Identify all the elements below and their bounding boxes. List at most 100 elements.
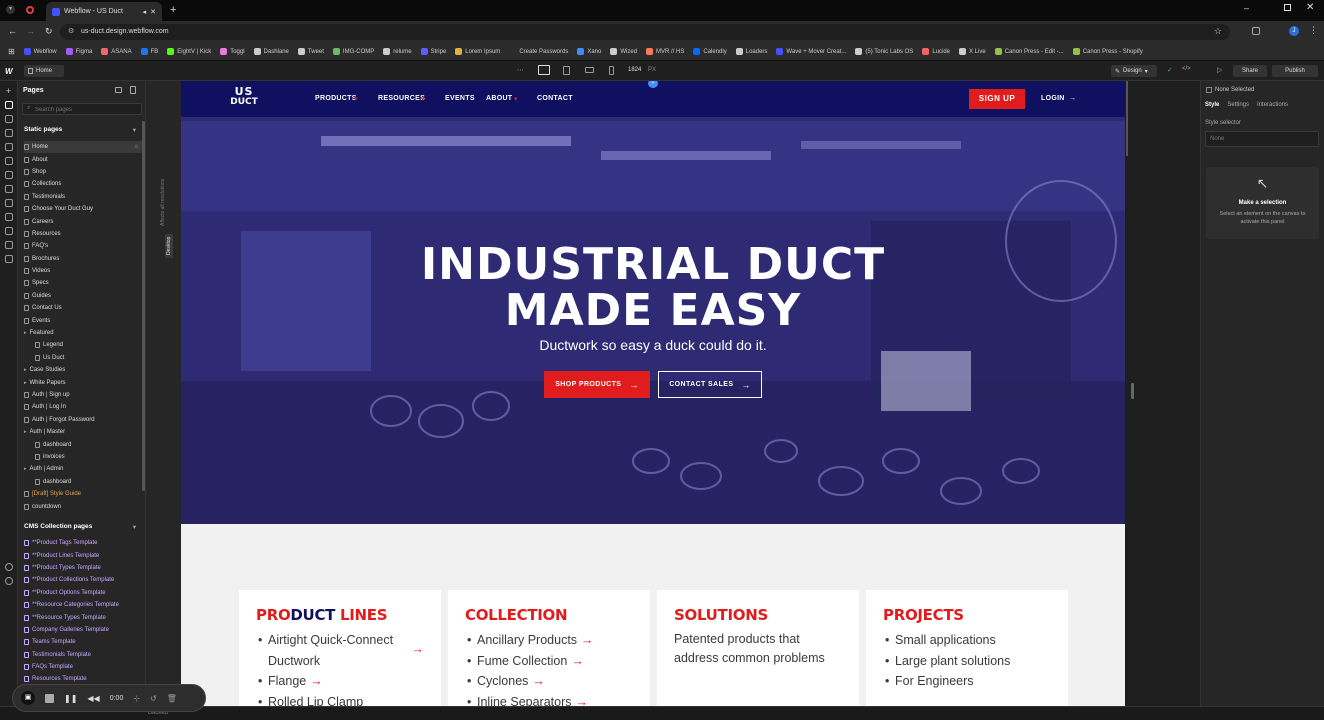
page-item[interactable]: Auth | Log In — [24, 401, 142, 413]
hero-section[interactable]: US DUCT PRODUCTS ▾ RESOURCES ▾ EVENTS ABOU… — [181, 81, 1125, 524]
list-item[interactable]: Small applications — [883, 630, 1051, 651]
tab-style[interactable]: Style — [1205, 102, 1219, 108]
bookmark-item[interactable]: Dashlane — [253, 48, 289, 55]
grid-icon[interactable]: ⊹ — [133, 694, 140, 703]
page-item[interactable]: Careers — [24, 215, 142, 227]
publish-button[interactable]: Publish — [1272, 65, 1318, 77]
list-item[interactable]: Airtight Quick-Connect Ductwork → — [256, 630, 424, 671]
mode-dropdown[interactable]: ✎ Design ▾ — [1111, 65, 1157, 77]
add-folder-icon[interactable] — [115, 87, 122, 93]
page-item[interactable]: ▸ Auth | Master — [24, 426, 142, 438]
page-item[interactable]: Testimonials — [24, 191, 142, 203]
tablet-breakpoint-icon[interactable] — [563, 66, 570, 75]
page-item[interactable]: Home ⌂ — [24, 141, 142, 154]
list-item[interactable]: Cyclones→ — [465, 671, 633, 692]
cms-page-item[interactable]: **Product Tags Template — [24, 537, 142, 549]
tab-close-icon[interactable]: ✕ — [150, 8, 156, 16]
search-pages-field[interactable]: ⌕ — [22, 103, 142, 115]
bookmark-item[interactable]: relume — [383, 48, 412, 55]
list-item[interactable]: Fume Collection→ — [465, 651, 633, 672]
help-icon[interactable] — [4, 577, 13, 585]
page-item[interactable]: ▸ Auth | Admin — [24, 463, 142, 475]
page-item[interactable]: dashboard — [24, 476, 142, 488]
canvas-scrollbar[interactable] — [1126, 81, 1128, 156]
list-item[interactable]: Flange→ — [256, 671, 424, 692]
page-item[interactable]: Videos — [24, 265, 142, 277]
reload-icon[interactable]: ↻ — [45, 26, 53, 37]
logic-icon[interactable] — [4, 227, 13, 235]
site-info-icon[interactable]: ⚙ — [68, 27, 74, 35]
code-icon[interactable]: </> — [1182, 66, 1191, 72]
mobile-portrait-icon[interactable] — [609, 66, 614, 75]
bookmark-item[interactable]: Loaders — [735, 48, 767, 55]
solutions-card[interactable]: SOLUTIONS Patented products that address… — [657, 590, 859, 706]
settings-icon[interactable] — [4, 563, 13, 571]
bookmark-item[interactable]: Canon Press - Shopify — [1072, 48, 1143, 55]
bookmark-item[interactable]: Wized — [610, 48, 637, 55]
list-item[interactable]: Large plant solutions — [883, 651, 1051, 672]
nav-resources[interactable]: RESOURCES — [378, 95, 425, 102]
page-item[interactable]: Events — [24, 314, 142, 326]
add-page-icon[interactable] — [130, 86, 136, 94]
new-tab-icon[interactable]: + — [170, 4, 176, 16]
page-item[interactable]: Auth | Forgot Password — [24, 414, 142, 426]
list-item[interactable]: For Engineers — [883, 671, 1051, 692]
cms-page-item[interactable]: **Resource Types Template — [24, 611, 142, 623]
cms-page-item[interactable]: **Product Lines Template — [24, 549, 142, 561]
page-item[interactable]: Shop — [24, 166, 142, 178]
delete-icon[interactable]: 🗑 — [167, 694, 177, 703]
bookmark-item[interactable]: IMG-COMP — [332, 48, 374, 55]
page-item[interactable]: Contact Us — [24, 302, 142, 314]
desktop-breakpoint-icon[interactable] — [538, 65, 550, 75]
bookmark-item[interactable]: Figma — [65, 48, 92, 55]
cms-page-item[interactable]: **Product Collections Template — [24, 574, 142, 586]
page-item[interactable]: Legend — [24, 339, 142, 351]
static-pages-header[interactable]: Static pages ▾ — [24, 126, 136, 134]
bookmark-item[interactable]: EightV | Kick — [167, 48, 211, 55]
collapse-icon[interactable]: ▾ — [133, 126, 136, 134]
bookmark-item[interactable]: Webflow — [23, 48, 57, 55]
page-item[interactable]: About — [24, 153, 142, 165]
style-selector-field[interactable]: None — [1205, 131, 1319, 147]
styles-icon[interactable] — [4, 157, 13, 165]
nav-products[interactable]: PRODUCTS — [315, 95, 357, 102]
bookmark-item[interactable]: (5) Tonic Labs OS — [855, 48, 913, 55]
nav-events[interactable]: EVENTS — [445, 95, 475, 102]
navigator-icon[interactable] — [4, 115, 13, 123]
cms-page-item[interactable]: FAQs Template — [24, 661, 142, 673]
bookmark-item[interactable]: Tweet — [297, 48, 324, 55]
cms-page-item[interactable]: **Resource Categories Template — [24, 599, 142, 611]
cms-page-item[interactable]: Company Galleries Template — [24, 624, 142, 636]
profile-avatar[interactable]: J — [1289, 26, 1299, 36]
collection-card[interactable]: COLLECTION Ancillary Products→ Fume Coll… — [448, 590, 650, 706]
variables-icon[interactable] — [4, 143, 13, 151]
bookmark-item[interactable]: X Live — [959, 48, 986, 55]
cms-pages-header[interactable]: CMS Collection pages ▾ — [24, 523, 136, 531]
tab-settings[interactable]: Settings — [1227, 102, 1249, 108]
page-item[interactable]: dashboard — [24, 438, 142, 450]
page-item[interactable]: ▸ Case Studies — [24, 364, 142, 376]
bookmark-item[interactable]: Toggl — [220, 48, 245, 55]
search-pages-input[interactable] — [35, 105, 135, 114]
bookmark-item[interactable]: Lorem Ipsum — [455, 48, 500, 55]
page-item[interactable]: countdown — [24, 500, 142, 512]
more-options-icon[interactable]: ⋯ — [517, 66, 524, 74]
bookmark-item[interactable]: Stripe — [420, 48, 446, 55]
tab-search-icon[interactable]: ▾ — [6, 5, 15, 14]
bookmark-item[interactable]: MVR // HS — [646, 48, 684, 55]
nav-contact[interactable]: CONTACT — [537, 95, 573, 102]
nav-about[interactable]: ABOUT — [486, 95, 512, 102]
bookmark-item[interactable]: Create Passwords — [509, 48, 568, 55]
share-button[interactable]: Share — [1233, 65, 1267, 77]
pages-icon[interactable] — [4, 101, 13, 109]
cms-page-item[interactable]: **Product Types Template — [24, 562, 142, 574]
stop-icon[interactable] — [45, 693, 54, 703]
preview-icon[interactable]: ▷ — [1217, 66, 1222, 74]
rewind-icon[interactable]: ◀◀ — [87, 694, 99, 703]
page-item[interactable]: ▸ White Papers — [24, 376, 142, 388]
audit-icon[interactable] — [4, 255, 13, 263]
maximize-icon[interactable] — [1284, 4, 1291, 11]
login-link[interactable]: LOGIN — [1041, 95, 1065, 102]
cms-page-item[interactable]: **Product Options Template — [24, 587, 142, 599]
page-item[interactable]: ▸ Featured — [24, 327, 142, 339]
